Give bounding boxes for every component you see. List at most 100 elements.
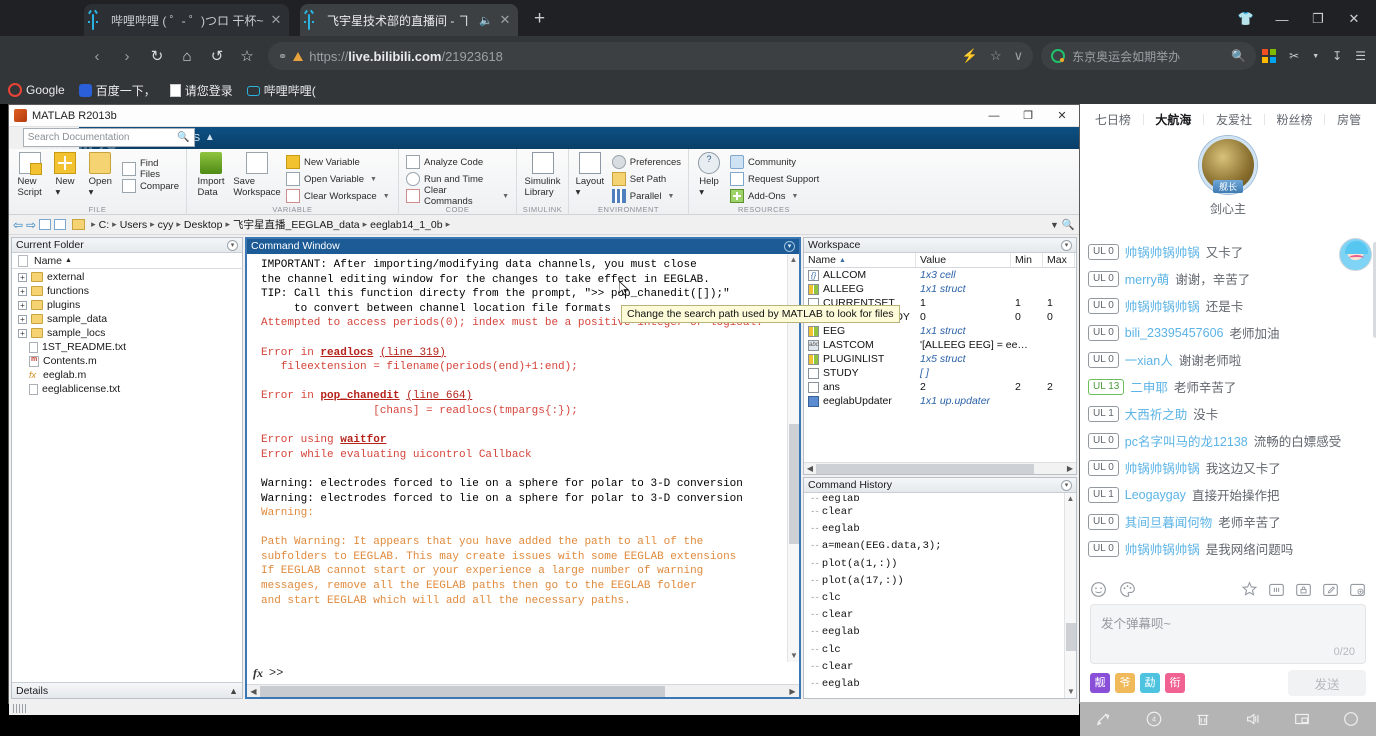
scrollbar-thumb[interactable] (789, 424, 799, 544)
breadcrumb-item[interactable]: C: (99, 219, 110, 231)
column-header-name[interactable]: Name ▲ (804, 253, 916, 267)
list-item[interactable]: fx eeglab.m (12, 368, 242, 382)
emote-button-4[interactable]: 衔 (1165, 673, 1185, 693)
browser-tab-1[interactable]: 哔哩哔哩 ( ゜- ゜)つロ 干杯~- ✕ (84, 4, 289, 36)
list-item[interactable]: -- clear (810, 504, 1076, 521)
maximize-button[interactable]: ❐ (1300, 6, 1336, 32)
gift-lock-icon[interactable] (1295, 581, 1312, 598)
breadcrumb-item[interactable]: Users (120, 219, 147, 231)
chat-message[interactable]: UL 0 帅锅帅锅帅锅 我这边又卡了 (1088, 454, 1368, 481)
danmaku-message-list[interactable]: UL 0 帅锅帅锅帅锅 又卡了 UL 0 merry萌 谢谢，辛苦了 UL 0 帅锅帅锅帅… (1080, 238, 1376, 574)
gift-trash-icon[interactable] (1268, 581, 1285, 598)
new-script-button[interactable]: New Script (13, 152, 46, 198)
command-prompt[interactable]: fx >> (247, 662, 799, 684)
avatar[interactable]: 舰长 (1199, 136, 1257, 194)
chevron-down-icon[interactable]: ▼ (792, 193, 799, 200)
new-tab-button[interactable]: + (534, 9, 545, 28)
forward-icon[interactable]: › (112, 41, 142, 71)
table-row[interactable]: PLUGINLIST 1x5 struct (804, 352, 1076, 366)
send-button[interactable]: 发送 (1288, 670, 1366, 696)
request-support-button[interactable]: Request Support (727, 171, 822, 187)
home-icon[interactable]: ⌂ (172, 41, 202, 71)
search-documentation-input[interactable]: Search Documentation 🔍 (22, 128, 195, 147)
simulink-library-button[interactable]: Simulink Library (521, 152, 564, 198)
current-folder-address-bar[interactable]: ⇦ ⇨ ▸ C: ▸ Users ▸ cyy ▸ Desktop ▸ 飞宇星直播… (9, 215, 1079, 235)
column-header-max[interactable]: Max (1043, 253, 1075, 267)
chat-username[interactable]: 大西祈之助 (1125, 404, 1188, 423)
clear-commands-button[interactable]: Clear Commands ▼ (403, 185, 512, 207)
open-variable-button[interactable]: Open Variable ▼ (283, 171, 393, 187)
search-icon[interactable]: 🔍 (1231, 49, 1246, 63)
list-item[interactable]: -- clc (810, 642, 1076, 659)
list-item[interactable]: -- plot(a(1,:)) (810, 556, 1076, 573)
breadcrumb-item[interactable]: Desktop (184, 219, 223, 231)
danmaku-icon[interactable] (1096, 710, 1114, 728)
command-history-list[interactable]: -- eeglab -- clear -- eeglab -- a=mean(EEG.d… (804, 493, 1076, 698)
chat-message[interactable]: UL 13 二申耶 老师辛苦了 (1088, 373, 1368, 400)
refresh-icon[interactable] (54, 219, 67, 230)
scroll-left-icon[interactable]: ◀ (247, 687, 260, 696)
file-list[interactable]: + external + functions + plugins + sample_da… (12, 269, 242, 682)
back-icon[interactable]: ‹ (82, 41, 112, 71)
scroll-up-icon[interactable]: ▲ (788, 254, 799, 266)
table-row[interactable]: eeglabUpdater 1x1 up.updater (804, 394, 1076, 408)
chat-username[interactable]: Leogaygay (1125, 488, 1186, 502)
scrollbar-track[interactable] (260, 685, 786, 697)
floating-avatar[interactable] (1339, 238, 1372, 271)
chat-username[interactable]: 帅锅帅锅帅锅 (1125, 296, 1200, 315)
chat-message[interactable]: UL 0 其间旦暮闻何物 老师辛苦了 (1088, 508, 1368, 535)
help-button[interactable]: ? Help ▾ (693, 152, 725, 198)
clock-icon[interactable]: 4 (1145, 710, 1163, 728)
volume-icon[interactable] (1244, 710, 1262, 728)
workspace-hscrollbar[interactable]: ◀ ▶ (804, 462, 1076, 474)
chat-username[interactable]: 帅锅帅锅帅锅 (1125, 539, 1200, 558)
import-data-button[interactable]: Import Data (191, 152, 231, 198)
panel-menu-icon[interactable]: ▾ (1061, 479, 1072, 491)
close-icon[interactable]: ✕ (269, 12, 283, 28)
table-row[interactable]: ans 2 2 2 (804, 380, 1076, 394)
breadcrumb-item[interactable]: eeglab14_1_0b (370, 219, 442, 231)
scrollbar-track[interactable] (816, 463, 1064, 474)
chat-message[interactable]: UL 0 帅锅帅锅帅锅 还是卡 (1088, 292, 1368, 319)
fullscreen-icon[interactable] (1342, 710, 1360, 728)
list-item[interactable]: -- clear (810, 659, 1076, 676)
history-scrollbar[interactable]: ▲ ▼ (1064, 493, 1076, 698)
compare-button[interactable]: Compare (119, 178, 182, 194)
list-item[interactable]: + external (12, 270, 242, 284)
table-row[interactable]: abc LASTCOM '[ALLEEG EEG] = ee… (804, 338, 1076, 352)
table-row[interactable]: {} ALLCOM 1x3 cell (804, 268, 1076, 282)
forward-icon[interactable]: ⇨ (26, 218, 36, 232)
reload-icon[interactable]: ↻ (142, 41, 172, 71)
chevron-down-icon[interactable]: ▼ (1050, 220, 1059, 230)
chevron-down-icon[interactable]: ▼ (370, 176, 377, 183)
command-window-hscrollbar[interactable]: ◀ ▶ (247, 684, 799, 697)
breadcrumb-item[interactable]: 飞宇星直播_EEGLAB_data (233, 217, 360, 232)
danmaku-input[interactable]: 发个弹幕呗~ 0/20 (1090, 604, 1366, 664)
chat-username[interactable]: bili_23395457606 (1125, 326, 1224, 340)
download-icon[interactable]: ↧ (1332, 49, 1342, 63)
gift-add-icon[interactable] (1349, 581, 1366, 598)
workspace-header[interactable]: Name ▲ Value Min Max (804, 253, 1076, 268)
chevron-down-icon[interactable]: ▼ (667, 193, 674, 200)
list-item[interactable]: -- a=mean(EEG.data,3); (810, 538, 1076, 555)
chat-username[interactable]: pc名字叫马的龙12138 (1125, 431, 1248, 450)
scrollbar-thumb[interactable] (816, 463, 1035, 474)
clear-workspace-button[interactable]: Clear Workspace ▼ (283, 188, 393, 204)
error-link[interactable]: pop_chanedit (320, 390, 399, 402)
scrollbar-thumb[interactable] (260, 685, 666, 697)
list-item[interactable]: + sample_locs (12, 326, 242, 340)
scroll-right-icon[interactable]: ▶ (786, 687, 799, 696)
list-item[interactable]: -- eeglab (810, 624, 1076, 641)
emote-button-3[interactable]: 勐 (1140, 673, 1160, 693)
panel-menu-icon[interactable]: ▾ (784, 240, 795, 252)
table-row[interactable]: ALLEEG 1x1 struct (804, 282, 1076, 296)
expander-icon[interactable]: + (18, 314, 27, 324)
bookmark-star-icon[interactable]: ☆ (232, 41, 262, 71)
color-palette-icon[interactable] (1119, 581, 1136, 598)
open-button[interactable]: Open ▾ (84, 152, 117, 198)
list-item[interactable]: + functions (12, 284, 242, 298)
save-workspace-button[interactable]: Save Workspace (233, 152, 281, 198)
chat-tab-seven-day[interactable]: 七日榜 (1093, 111, 1133, 128)
table-row[interactable]: EEG 1x1 struct (804, 324, 1076, 338)
chat-message[interactable]: UL 0 帅锅帅锅帅锅 又卡了 (1088, 238, 1368, 265)
